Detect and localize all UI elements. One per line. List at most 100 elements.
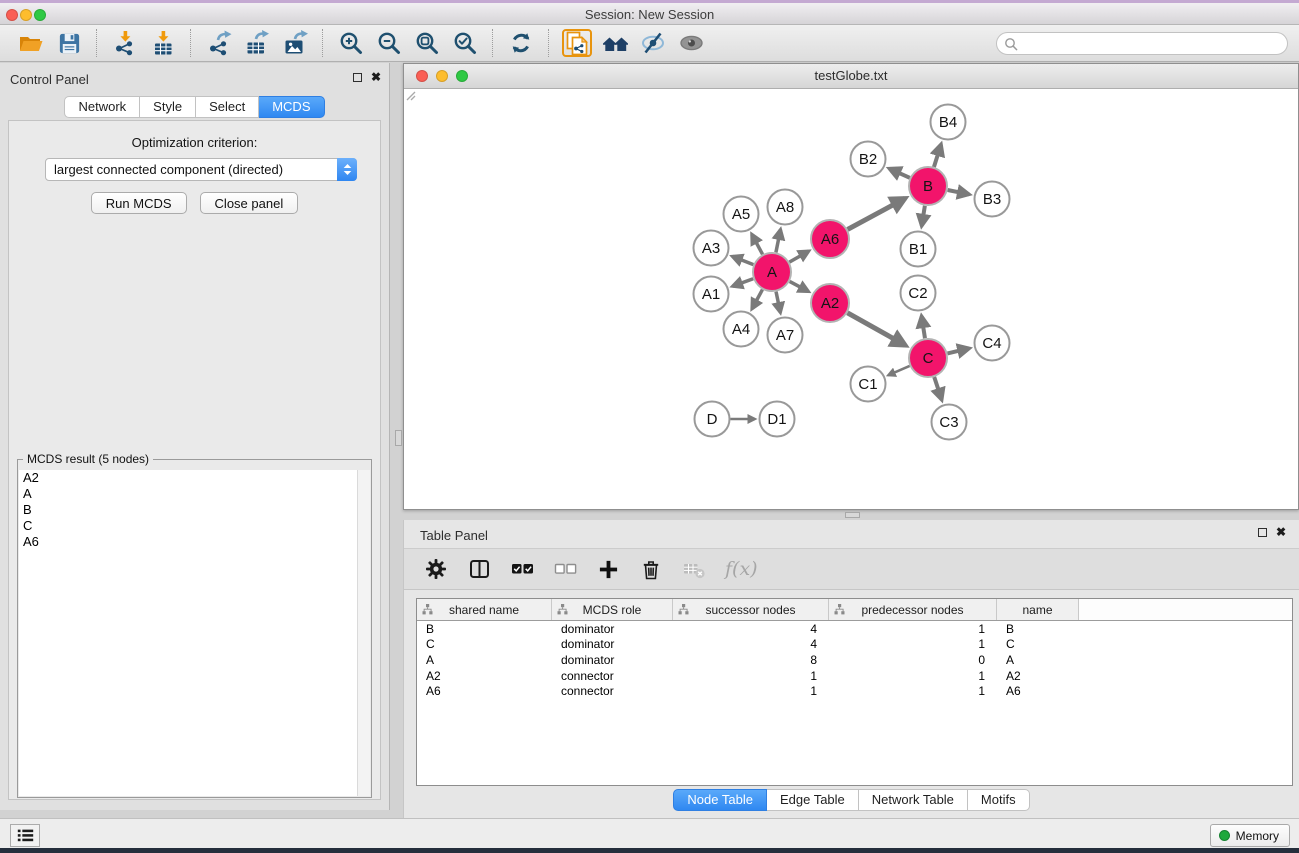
graph-node-A7[interactable]: A7: [768, 318, 803, 353]
create-column-button[interactable]: [596, 556, 620, 582]
graph-edge-A2-C[interactable]: [847, 313, 905, 345]
graph-edge-A-A2[interactable]: [790, 281, 809, 291]
graph-node-C[interactable]: C: [909, 339, 947, 377]
column-header-MCDS-role[interactable]: MCDS role: [552, 599, 673, 620]
mcds-result-item[interactable]: A6: [19, 534, 357, 550]
task-history-button[interactable]: [10, 824, 40, 847]
column-header-shared-name[interactable]: shared name: [417, 599, 552, 620]
criterion-dropdown[interactable]: largest connected component (directed): [45, 158, 357, 181]
show-columns-button[interactable]: [467, 556, 491, 582]
table-cell[interactable]: 1: [673, 669, 829, 683]
zoom-fit-button[interactable]: [410, 28, 444, 58]
graph-node-B4[interactable]: B4: [931, 105, 966, 140]
network-window-titlebar[interactable]: testGlobe.txt: [404, 64, 1298, 89]
tab-style[interactable]: Style: [140, 96, 196, 118]
graph-edge-A-A6[interactable]: [789, 251, 808, 262]
delete-column-button[interactable]: [639, 556, 663, 582]
close-table-panel-icon[interactable]: ✖: [1276, 527, 1286, 537]
table-cell[interactable]: dominator: [552, 637, 673, 651]
resize-grip-icon[interactable]: [404, 89, 416, 101]
graph-edge-B-B1[interactable]: [922, 206, 925, 226]
table-settings-button[interactable]: [424, 556, 448, 582]
float-panel-icon[interactable]: [353, 73, 362, 82]
table-cell[interactable]: B: [417, 622, 552, 636]
close-panel-button[interactable]: Close panel: [200, 192, 299, 214]
table-cell[interactable]: 1: [673, 684, 829, 698]
vertical-splitter-handle[interactable]: [395, 430, 402, 446]
mcds-result-list[interactable]: A2ABCA6: [19, 470, 357, 796]
table-cell[interactable]: dominator: [552, 622, 673, 636]
table-cell[interactable]: dominator: [552, 653, 673, 667]
graph-edge-A-A7[interactable]: [776, 292, 780, 313]
tab-node-table[interactable]: Node Table: [673, 789, 767, 811]
graph-node-C4[interactable]: C4: [975, 326, 1010, 361]
import-network-button[interactable]: [108, 28, 142, 58]
graph-edge-C-C1[interactable]: [888, 366, 909, 375]
hide-panels-button[interactable]: [636, 28, 670, 58]
graph-node-A5[interactable]: A5: [724, 197, 759, 232]
export-network-button[interactable]: [202, 28, 236, 58]
network-graph[interactable]: AA6A2BCA5A8A3A1A4A7B2B4B3B1C2C4C3C1DD1: [404, 89, 1298, 509]
tab-edge-table[interactable]: Edge Table: [767, 789, 859, 811]
search-input[interactable]: [1022, 35, 1287, 52]
graph-node-B1[interactable]: B1: [901, 232, 936, 267]
table-row[interactable]: A2connector11A2: [417, 668, 1292, 684]
graph-edge-A-A4[interactable]: [752, 290, 762, 309]
graph-node-B[interactable]: B: [909, 167, 947, 205]
graph-edge-A-A1[interactable]: [733, 279, 754, 286]
zoom-selected-button[interactable]: [448, 28, 482, 58]
graph-node-A[interactable]: A: [753, 253, 791, 291]
table-cell[interactable]: connector: [552, 684, 673, 698]
table-row[interactable]: Adominator80A: [417, 652, 1292, 668]
graph-node-C2[interactable]: C2: [901, 276, 936, 311]
table-cell[interactable]: 4: [673, 637, 829, 651]
function-builder-button[interactable]: f(x): [725, 556, 758, 582]
graph-edge-B-B2[interactable]: [889, 169, 909, 178]
table-cell[interactable]: C: [997, 637, 1079, 651]
table-cell[interactable]: A: [997, 653, 1079, 667]
graph-node-D1[interactable]: D1: [760, 402, 795, 437]
table-cell[interactable]: 1: [829, 637, 997, 651]
graph-node-A1[interactable]: A1: [694, 277, 729, 312]
table-row[interactable]: A6connector11A6: [417, 683, 1292, 699]
mcds-result-item[interactable]: C: [19, 518, 357, 534]
table-cell[interactable]: 1: [829, 622, 997, 636]
mcds-result-item[interactable]: B: [19, 502, 357, 518]
graph-edge-C-C3[interactable]: [934, 377, 941, 400]
tab-mcds[interactable]: MCDS: [259, 96, 324, 118]
column-header-name[interactable]: name: [997, 599, 1079, 620]
table-cell[interactable]: A2: [417, 669, 552, 683]
graph-node-C1[interactable]: C1: [851, 367, 886, 402]
memory-button[interactable]: Memory: [1210, 824, 1290, 847]
search-field[interactable]: [996, 32, 1288, 55]
column-header-predecessor-nodes[interactable]: predecessor nodes: [829, 599, 997, 620]
graph-node-B3[interactable]: B3: [975, 182, 1010, 217]
table-row[interactable]: Cdominator41C: [417, 637, 1292, 653]
import-table-button[interactable]: [146, 28, 180, 58]
save-session-button[interactable]: [52, 28, 86, 58]
deselect-all-button[interactable]: [553, 556, 577, 582]
graph-node-B2[interactable]: B2: [851, 142, 886, 177]
graph-edge-C-C4[interactable]: [947, 348, 969, 353]
select-all-button[interactable]: [510, 556, 534, 582]
run-mcds-button[interactable]: Run MCDS: [91, 192, 187, 214]
column-header-successor-nodes[interactable]: successor nodes: [673, 599, 829, 620]
delete-table-button[interactable]: [682, 556, 706, 582]
show-view-button[interactable]: [674, 28, 708, 58]
export-image-button[interactable]: [278, 28, 312, 58]
open-session-button[interactable]: [14, 28, 48, 58]
mcds-result-item[interactable]: A2: [19, 470, 357, 486]
graph-node-A4[interactable]: A4: [724, 312, 759, 347]
graph-edge-C-C2[interactable]: [922, 316, 925, 338]
node-table[interactable]: shared nameMCDS rolesuccessor nodesprede…: [416, 598, 1293, 786]
graph-node-D[interactable]: D: [695, 402, 730, 437]
home-button[interactable]: [598, 28, 632, 58]
graph-node-A6[interactable]: A6: [811, 220, 849, 258]
new-network-button[interactable]: [565, 31, 589, 55]
close-panel-icon[interactable]: ✖: [371, 72, 381, 82]
tab-network[interactable]: Network: [64, 96, 140, 118]
graph-node-A3[interactable]: A3: [694, 231, 729, 266]
graph-edge-A-A3[interactable]: [732, 256, 753, 264]
network-canvas[interactable]: AA6A2BCA5A8A3A1A4A7B2B4B3B1C2C4C3C1DD1: [404, 89, 1298, 509]
graph-edge-B-B4[interactable]: [934, 144, 941, 166]
